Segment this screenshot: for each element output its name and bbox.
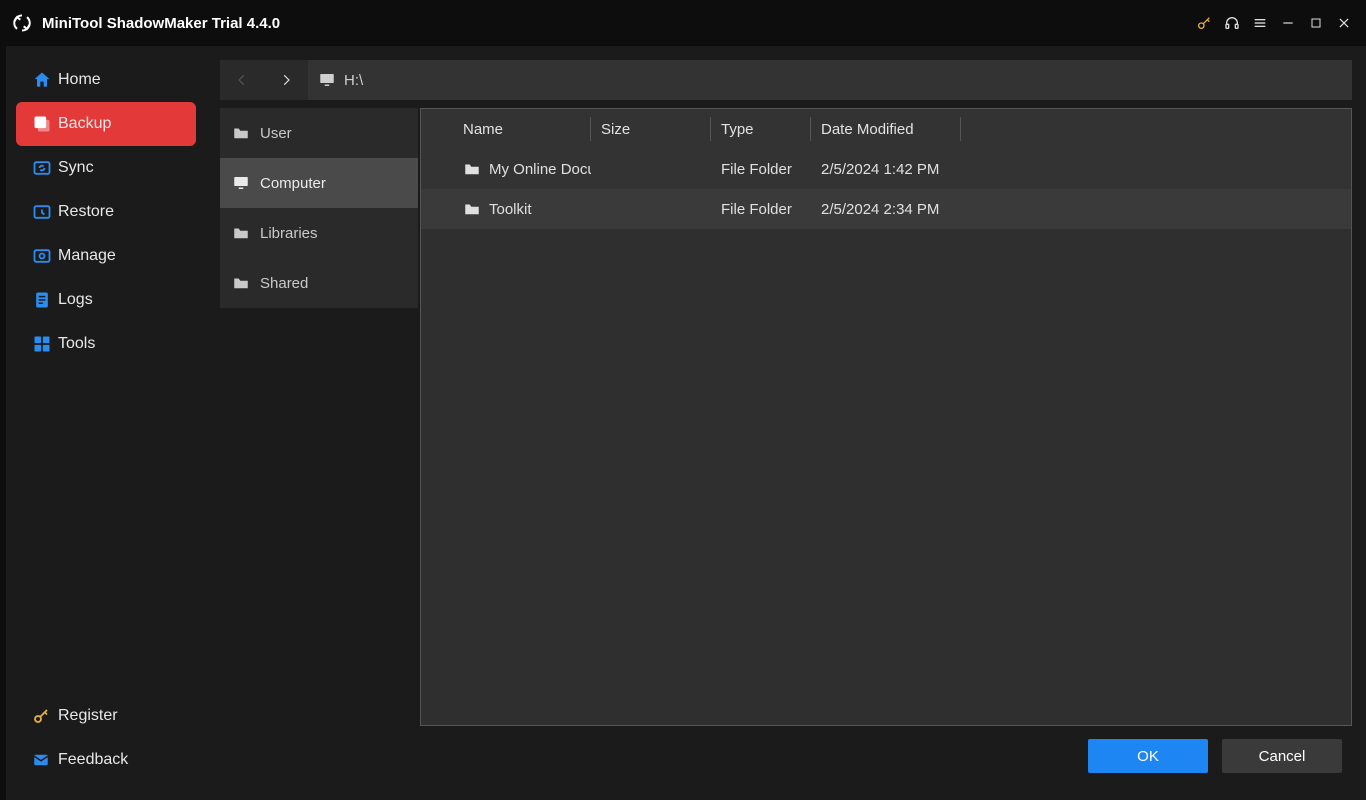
sidebar: Home Backup Sync Restore <box>6 46 206 800</box>
category-list: User Computer Libraries <box>220 108 418 726</box>
restore-icon <box>32 202 58 222</box>
key-icon[interactable] <box>1190 9 1218 37</box>
column-size[interactable]: Size <box>591 109 711 149</box>
category-label: Computer <box>260 175 326 192</box>
app-title: MiniTool ShadowMaker Trial 4.4.0 <box>42 15 280 32</box>
sidebar-item-label: Home <box>58 71 101 89</box>
file-header: Name Size Type Date Modified <box>421 109 1351 149</box>
sidebar-item-backup[interactable]: Backup <box>16 102 196 146</box>
maximize-button[interactable] <box>1302 9 1330 37</box>
file-name: My Online Docu… <box>489 161 591 178</box>
file-row[interactable]: My Online Docu… File Folder 2/5/2024 1:4… <box>421 149 1351 189</box>
monitor-icon <box>318 71 336 89</box>
nav-forward-button[interactable] <box>264 60 308 100</box>
logs-icon <box>32 290 58 310</box>
title-bar: MiniTool ShadowMaker Trial 4.4.0 <box>0 0 1366 46</box>
category-label: User <box>260 125 292 142</box>
category-user[interactable]: User <box>220 108 418 158</box>
sync-icon <box>32 158 58 178</box>
nav-back-button[interactable] <box>220 60 264 100</box>
path-text: H:\ <box>344 72 363 89</box>
path-bar: H:\ <box>220 60 1352 100</box>
menu-icon[interactable] <box>1246 9 1274 37</box>
sidebar-item-label: Register <box>58 707 118 725</box>
sidebar-item-label: Manage <box>58 247 116 265</box>
cancel-button[interactable]: Cancel <box>1222 739 1342 773</box>
sidebar-item-label: Logs <box>58 291 93 309</box>
home-icon <box>32 70 58 90</box>
sidebar-item-label: Feedback <box>58 751 128 769</box>
sidebar-item-label: Backup <box>58 115 111 133</box>
file-type: File Folder <box>711 161 811 178</box>
sidebar-item-label: Tools <box>58 335 95 353</box>
column-name[interactable]: Name <box>421 109 591 149</box>
file-date: 2/5/2024 2:34 PM <box>811 201 961 218</box>
dialog-footer: OK Cancel <box>220 726 1352 786</box>
file-row[interactable]: Toolkit File Folder 2/5/2024 2:34 PM <box>421 189 1351 229</box>
shared-icon <box>232 274 260 292</box>
tools-icon <box>32 334 58 354</box>
column-type[interactable]: Type <box>711 109 811 149</box>
sidebar-item-sync[interactable]: Sync <box>16 146 196 190</box>
ok-button[interactable]: OK <box>1088 739 1208 773</box>
category-label: Libraries <box>260 225 318 242</box>
content-pane: H:\ User Computer <box>206 46 1366 800</box>
column-rest <box>961 109 1351 149</box>
sidebar-item-home[interactable]: Home <box>16 58 196 102</box>
sidebar-item-manage[interactable]: Manage <box>16 234 196 278</box>
sidebar-item-tools[interactable]: Tools <box>16 322 196 366</box>
column-date[interactable]: Date Modified <box>811 109 961 149</box>
category-label: Shared <box>260 275 308 292</box>
folder-icon <box>463 160 481 178</box>
sidebar-item-label: Sync <box>58 159 94 177</box>
mail-icon <box>32 751 58 769</box>
close-button[interactable] <box>1330 9 1358 37</box>
category-shared[interactable]: Shared <box>220 258 418 308</box>
headphones-icon[interactable] <box>1218 9 1246 37</box>
libraries-icon <box>232 224 260 242</box>
manage-icon <box>32 246 58 266</box>
file-type: File Folder <box>711 201 811 218</box>
folder-icon <box>463 200 481 218</box>
path-input[interactable]: H:\ <box>308 60 1352 100</box>
sidebar-item-feedback[interactable]: Feedback <box>16 738 196 782</box>
minimize-button[interactable] <box>1274 9 1302 37</box>
sidebar-item-restore[interactable]: Restore <box>16 190 196 234</box>
monitor-icon <box>232 174 260 192</box>
user-folder-icon <box>232 124 260 142</box>
category-computer[interactable]: Computer <box>220 158 418 208</box>
sidebar-item-label: Restore <box>58 203 114 221</box>
file-date: 2/5/2024 1:42 PM <box>811 161 961 178</box>
file-name: Toolkit <box>489 201 532 218</box>
file-list: Name Size Type Date Modified My Online D… <box>420 108 1352 726</box>
sidebar-item-register[interactable]: Register <box>16 694 196 738</box>
backup-icon <box>32 114 58 134</box>
sidebar-item-logs[interactable]: Logs <box>16 278 196 322</box>
app-logo-icon <box>10 11 34 35</box>
category-libraries[interactable]: Libraries <box>220 208 418 258</box>
key-icon <box>32 707 58 725</box>
